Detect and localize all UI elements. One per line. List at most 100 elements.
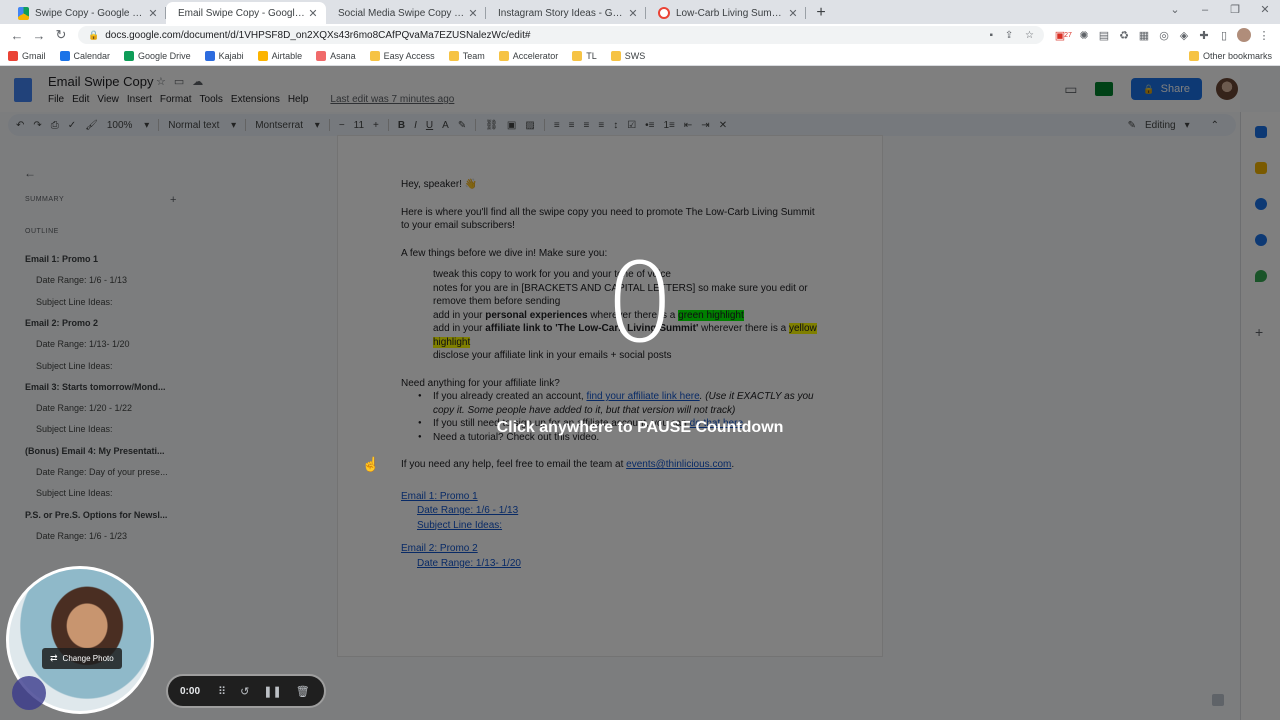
bookmark-label: Gmail bbox=[22, 50, 46, 61]
bookmark-item[interactable]: TL bbox=[572, 50, 597, 61]
back-icon[interactable]: ← bbox=[6, 28, 28, 43]
bookmark-list: Gmail Calendar Google Drive Kajabi Airtable A… bbox=[8, 50, 659, 61]
bookmark-label: Google Drive bbox=[138, 50, 191, 61]
other-bookmarks-label: Other bookmarks bbox=[1202, 50, 1272, 61]
address-bar[interactable]: 🔒 docs.google.com/document/d/1VHPSF8D_on… bbox=[78, 26, 1044, 44]
maximize-icon[interactable]: ❐ bbox=[1220, 0, 1250, 22]
hand-cursor-icon: ☝ bbox=[362, 456, 380, 472]
other-bookmarks[interactable]: Other bookmarks bbox=[1188, 50, 1272, 61]
explore-icon[interactable] bbox=[1212, 694, 1224, 706]
window-controls: ⌄ – ❐ ✕ bbox=[1160, 0, 1280, 22]
close-tab-icon[interactable]: ✕ bbox=[626, 7, 640, 20]
bookmark-label: Accelerator bbox=[512, 50, 559, 61]
folder-icon bbox=[610, 50, 621, 61]
new-tab-button[interactable]: + bbox=[810, 2, 832, 24]
document-icon[interactable]: ▤ bbox=[1094, 29, 1114, 42]
bookmark-label: Calendar bbox=[73, 50, 111, 61]
close-tab-icon[interactable]: ✕ bbox=[146, 7, 160, 20]
extension-badge: 27 bbox=[1064, 31, 1072, 39]
bookmark-label: Easy Access bbox=[383, 50, 435, 61]
pause-countdown-hint[interactable]: Click anywhere to PAUSE Countdown bbox=[440, 419, 840, 437]
forward-icon[interactable]: → bbox=[28, 28, 50, 43]
close-tab-icon[interactable]: ✕ bbox=[306, 7, 320, 20]
color-wheel-icon[interactable]: ✺ bbox=[1074, 29, 1094, 42]
bookmark-item[interactable]: Kajabi bbox=[204, 50, 244, 61]
bookmark-label: Airtable bbox=[271, 50, 303, 61]
folder-icon bbox=[1188, 50, 1199, 61]
close-icon[interactable]: ✕ bbox=[1250, 0, 1280, 22]
recycle-icon[interactable]: ♻ bbox=[1114, 29, 1134, 42]
folder-icon bbox=[498, 50, 509, 61]
minimize-icon[interactable]: – bbox=[1190, 0, 1220, 22]
change-photo-label: Change Photo bbox=[62, 654, 114, 663]
pause-icon[interactable]: ❚❚ bbox=[263, 685, 281, 698]
drag-handle-icon[interactable]: ⠿ bbox=[218, 685, 226, 698]
kajabi-icon bbox=[204, 50, 215, 61]
browser-tab[interactable]: Instagram Story Ideas - Google Docs✕ bbox=[486, 2, 646, 81]
shield-icon[interactable]: ◈ bbox=[1174, 29, 1194, 42]
recording-controls: 0:00 ⠿ ↺ ❚❚ 🗑 bbox=[166, 674, 326, 708]
loom-icon[interactable]: ◎ bbox=[1154, 29, 1174, 42]
bookmark-item[interactable]: Easy Access bbox=[369, 50, 435, 61]
folder-icon bbox=[572, 50, 583, 61]
browser-tab[interactable]: Low-Carb Living Summit: Speakers✕ bbox=[646, 2, 806, 24]
swap-icon: ⇄ bbox=[50, 653, 58, 663]
tab-strip: Swipe Copy - Google Drive ✕ Email Swipe Co… bbox=[0, 0, 1280, 81]
camera-icon[interactable]: ▪ bbox=[990, 30, 994, 41]
folder-icon bbox=[448, 50, 459, 61]
browser-tab[interactable]: Swipe Copy - Google Drive ✕ bbox=[6, 2, 166, 24]
puzzle-icon[interactable]: ✚ bbox=[1194, 29, 1214, 42]
change-photo-button[interactable]: ⇄ Change Photo bbox=[42, 648, 122, 669]
airtable-icon bbox=[257, 50, 268, 61]
bookmark-star-icon[interactable]: ☆ bbox=[1025, 30, 1034, 41]
drive-icon bbox=[124, 50, 135, 61]
restart-icon[interactable]: ↺ bbox=[240, 685, 249, 698]
bookmark-item[interactable]: Team bbox=[448, 50, 485, 61]
bookmark-item[interactable]: Accelerator bbox=[498, 50, 559, 61]
bookmark-item[interactable]: SWS bbox=[610, 50, 646, 61]
folder-icon bbox=[369, 50, 380, 61]
profile-avatar[interactable] bbox=[1237, 28, 1251, 42]
recorder-menu-button[interactable] bbox=[12, 676, 46, 710]
browser-tab[interactable]: Social Media Swipe Copy - Google Docs✕ bbox=[326, 2, 486, 81]
google-icon bbox=[658, 7, 670, 19]
tab-title: Social Media Swipe Copy - Google Docs bbox=[338, 7, 466, 19]
close-tab-icon[interactable]: ✕ bbox=[466, 7, 480, 20]
trash-icon[interactable]: 🗑 bbox=[296, 685, 310, 698]
drive-icon bbox=[18, 6, 29, 20]
countdown-number: 0 bbox=[605, 239, 675, 367]
bookmark-item[interactable]: Google Drive bbox=[124, 50, 191, 61]
tab-title: Instagram Story Ideas - Google Docs bbox=[498, 7, 626, 19]
bookmark-item[interactable]: Gmail bbox=[8, 50, 46, 61]
grid-icon[interactable]: ▦ bbox=[1134, 29, 1154, 42]
share-page-icon[interactable]: ⇪ bbox=[1005, 30, 1013, 41]
tab-title: Swipe Copy - Google Drive bbox=[35, 7, 146, 19]
gmail-icon bbox=[8, 50, 18, 61]
url-text[interactable]: docs.google.com/document/d/1VHPSF8D_on2X… bbox=[105, 30, 980, 41]
browser-tab[interactable]: Email Swipe Copy - Google Docs✕ bbox=[166, 2, 326, 81]
sidebar-icon[interactable]: ▯ bbox=[1214, 29, 1234, 42]
bookmark-item[interactable]: Airtable bbox=[257, 50, 303, 61]
countdown-overlay[interactable] bbox=[0, 66, 1280, 720]
asana-icon bbox=[316, 50, 327, 61]
recording-timer: 0:00 bbox=[180, 685, 201, 697]
bookmark-label: SWS bbox=[624, 50, 646, 61]
close-tab-icon[interactable]: ✕ bbox=[786, 7, 800, 20]
calendar-icon bbox=[59, 50, 70, 61]
omnibox-actions: ▪ ⇪ ☆ bbox=[981, 30, 1034, 41]
kebab-menu-icon[interactable]: ⋮ bbox=[1254, 29, 1274, 42]
bookmark-item[interactable]: Asana bbox=[316, 50, 356, 61]
reload-icon[interactable]: ↻ bbox=[50, 27, 72, 43]
tab-title: Email Swipe Copy - Google Docs bbox=[178, 7, 306, 19]
lock-icon[interactable]: 🔒 bbox=[88, 30, 99, 41]
tab-list: Swipe Copy - Google Drive ✕ Email Swipe Co… bbox=[0, 0, 806, 81]
bookmark-label: Team bbox=[462, 50, 485, 61]
tab-separator bbox=[805, 7, 806, 19]
bookmarks-bar: Gmail Calendar Google Drive Kajabi Airtable A… bbox=[0, 46, 1280, 66]
bookmark-label: Kajabi bbox=[218, 50, 244, 61]
extensions-area: ▣ 27 ✺ ▤ ♻ ▦ ◎ ◈ ✚ ▯ ⋮ bbox=[1050, 28, 1274, 42]
bookmark-label: TL bbox=[586, 50, 597, 61]
tab-title: Low-Carb Living Summit: Speakers bbox=[676, 7, 786, 19]
bookmark-item[interactable]: Calendar bbox=[59, 50, 111, 61]
chevron-down-icon[interactable]: ⌄ bbox=[1160, 0, 1190, 22]
